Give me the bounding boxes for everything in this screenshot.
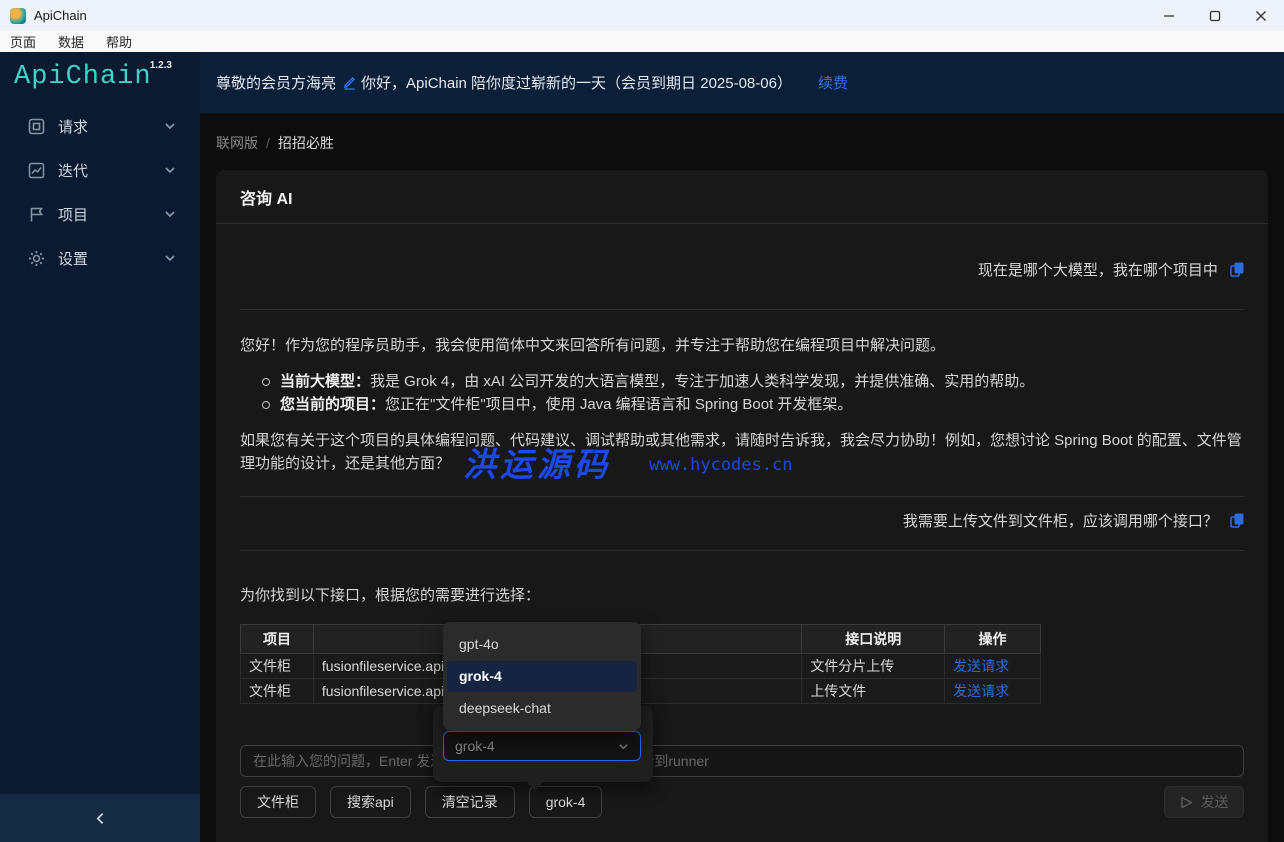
sidebar-item-request[interactable]: 请求 xyxy=(0,104,200,148)
col-header-project: 项目 xyxy=(241,625,314,654)
edit-icon[interactable] xyxy=(342,75,357,90)
ai-intro-text: 您好！作为您的程序员助手，我会使用简体中文来回答所有问题，并专注于帮助您在编程项… xyxy=(240,334,1244,358)
sidebar-item-iterate[interactable]: 迭代 xyxy=(0,148,200,192)
cell-desc: 上传文件 xyxy=(802,679,945,704)
question-input[interactable] xyxy=(240,745,1244,777)
chevron-down-icon xyxy=(164,208,176,220)
window-title: ApiChain xyxy=(34,8,87,23)
user-message-text: 我需要上传文件到文件柜，应该调用哪个接口？ xyxy=(903,513,1218,530)
send-label: 发送 xyxy=(1201,792,1229,812)
bullet-item: 当前大模型：我是 Grok 4，由 xAI 公司开发的大语言模型，专注于加速人类… xyxy=(240,370,1244,393)
model-select-value: grok-4 xyxy=(455,738,495,754)
maximize-icon xyxy=(1209,10,1221,22)
col-header-action: 操作 xyxy=(945,625,1041,654)
close-icon xyxy=(1255,10,1267,22)
sidebar-item-label: 设置 xyxy=(58,248,164,269)
sidebar-collapse-button[interactable] xyxy=(0,794,200,842)
bullet-item: 您当前的项目：您正在"文件柜"项目中，使用 Java 编程语言和 Spring … xyxy=(240,393,1244,416)
sidebar-item-settings[interactable]: 设置 xyxy=(0,236,200,280)
minimize-button[interactable] xyxy=(1146,0,1192,31)
user-message: 现在是哪个大模型，我在哪个项目中 xyxy=(240,260,1244,282)
sidebar-item-project[interactable]: 项目 xyxy=(0,192,200,236)
user-message-text: 现在是哪个大模型，我在哪个项目中 xyxy=(978,262,1218,279)
menubar: 页面 数据 帮助 xyxy=(0,31,1284,52)
bullet-label: 当前大模型： xyxy=(280,373,370,390)
model-button[interactable]: grok-4 xyxy=(529,786,603,818)
app-icon xyxy=(10,8,26,24)
cell-desc: 文件分片上传 xyxy=(802,654,945,679)
send-request-link[interactable]: 发送请求 xyxy=(953,658,1009,674)
breadcrumb-parent[interactable]: 联网版 xyxy=(216,133,258,153)
ai-table-intro: 为你找到以下接口，根据您的需要进行选择： xyxy=(240,585,1244,607)
flag-icon xyxy=(28,206,45,223)
message-divider xyxy=(240,550,1244,551)
file-cabinet-button[interactable]: 文件柜 xyxy=(240,786,316,818)
bullet-text: 我是 Grok 4，由 xAI 公司开发的大语言模型，专注于加速人类科学发现，并… xyxy=(370,373,1034,390)
composer-toolbar: 文件柜 搜索api 清空记录 grok-4 发送 xyxy=(240,786,1244,818)
breadcrumb: 联网版 / 招招必胜 xyxy=(216,133,1284,153)
send-request-link[interactable]: 发送请求 xyxy=(953,683,1009,699)
send-button[interactable]: 发送 xyxy=(1164,786,1244,818)
model-options-list: gpt-4o grok-4 deepseek-chat xyxy=(443,622,641,731)
titlebar: ApiChain xyxy=(0,0,1284,31)
model-select[interactable]: grok-4 xyxy=(443,731,641,761)
chart-icon xyxy=(28,162,45,179)
message-divider xyxy=(240,309,1244,310)
ai-message: 您好！作为您的程序员助手，我会使用简体中文来回答所有问题，并专注于帮助您在编程项… xyxy=(240,334,1244,475)
chevron-down-icon xyxy=(164,164,176,176)
consult-ai-panel: 咨询 AI 现在是哪个大模型，我在哪个项目中 您好！作为您的程序员助手，我会使用… xyxy=(216,170,1268,842)
breadcrumb-separator: / xyxy=(266,135,270,151)
chevron-down-icon xyxy=(164,120,176,132)
menu-data[interactable]: 数据 xyxy=(58,32,84,51)
close-button[interactable] xyxy=(1238,0,1284,31)
renew-link[interactable]: 续费 xyxy=(818,72,848,93)
app-logo: ApiChain xyxy=(14,62,152,92)
chat-area: 现在是哪个大模型，我在哪个项目中 您好！作为您的程序员助手，我会使用简体中文来回… xyxy=(216,260,1268,818)
model-option-grok-4[interactable]: grok-4 xyxy=(447,661,637,692)
sidebar-item-label: 请求 xyxy=(58,116,164,137)
user-message: 我需要上传文件到文件柜，应该调用哪个接口？ xyxy=(240,511,1244,533)
clear-history-button[interactable]: 清空记录 xyxy=(425,786,515,818)
chevron-down-icon xyxy=(164,252,176,264)
window-icon xyxy=(28,118,45,135)
menu-page[interactable]: 页面 xyxy=(10,32,36,51)
sidebar: ApiChain 1.2.3 请求 迭代 项目 xyxy=(0,52,200,842)
col-header-desc: 接口说明 xyxy=(802,625,945,654)
bullet-label: 您当前的项目： xyxy=(280,396,385,413)
app-window: ApiChain 页面 数据 帮助 ApiChain 1.2.3 xyxy=(0,0,1284,842)
welcome-banner: 尊敬的会员方海亮 你好，ApiChain 陪你度过崭新的一天（会员到期日 202… xyxy=(200,52,1284,113)
send-icon xyxy=(1180,796,1193,809)
chevron-left-icon xyxy=(94,812,107,825)
gear-icon xyxy=(28,250,45,267)
member-name: 尊敬的会员方海亮 xyxy=(216,72,336,93)
welcome-message: 你好，ApiChain 陪你度过崭新的一天（会员到期日 2025-08-06） xyxy=(361,72,792,93)
copy-icon[interactable] xyxy=(1230,262,1244,277)
breadcrumb-current: 招招必胜 xyxy=(278,133,334,153)
maximize-button[interactable] xyxy=(1192,0,1238,31)
panel-title: 咨询 AI xyxy=(216,170,1268,224)
version-badge: 1.2.3 xyxy=(150,60,172,71)
cell-project: 文件柜 xyxy=(241,654,314,679)
chevron-down-icon xyxy=(618,741,629,752)
ai-outro-text: 如果您有关于这个项目的具体编程问题、代码建议、调试帮助或其他需求，请随时告诉我，… xyxy=(240,429,1244,475)
sidebar-item-label: 项目 xyxy=(58,204,164,225)
model-option-gpt-4o[interactable]: gpt-4o xyxy=(447,629,637,660)
search-api-button[interactable]: 搜索api xyxy=(330,786,411,818)
bullet-text: 您正在"文件柜"项目中，使用 Java 编程语言和 Spring Boot 开发… xyxy=(385,396,852,413)
ai-bullet-list: 当前大模型：我是 Grok 4，由 xAI 公司开发的大语言模型，专注于加速人类… xyxy=(240,370,1244,416)
cell-project: 文件柜 xyxy=(241,679,314,704)
menu-help[interactable]: 帮助 xyxy=(106,32,132,51)
sidebar-item-label: 迭代 xyxy=(58,160,164,181)
minimize-icon xyxy=(1163,10,1175,22)
message-divider xyxy=(240,496,1244,497)
copy-icon[interactable] xyxy=(1230,513,1244,528)
main-content: 尊敬的会员方海亮 你好，ApiChain 陪你度过崭新的一天（会员到期日 202… xyxy=(200,52,1284,842)
model-option-deepseek-chat[interactable]: deepseek-chat xyxy=(447,693,637,724)
